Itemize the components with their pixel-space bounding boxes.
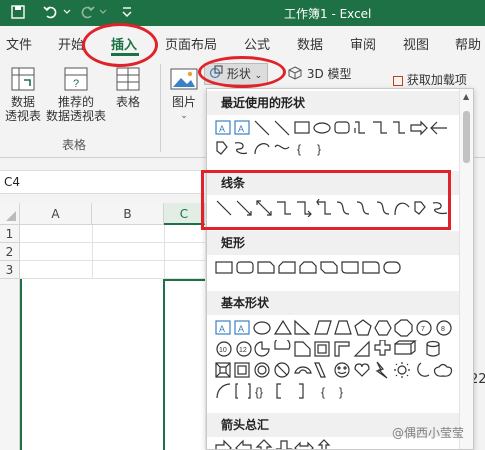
svg-text:A: A [219, 324, 225, 334]
3d-model-button[interactable]: 3D 模型 [287, 66, 357, 83]
3d-model-icon [287, 66, 303, 83]
svg-text:{: { [297, 142, 301, 156]
recommended-pivot-icon: ? [63, 66, 89, 92]
table-label: 表格 [115, 95, 140, 109]
3d-model-label: 3D 模型 [306, 67, 352, 81]
highlight-box-lines-section [201, 170, 451, 230]
tab-view[interactable]: 视图 [403, 34, 429, 53]
name-box[interactable]: C4 [0, 170, 205, 194]
basic-shapes-row-2[interactable]: 10 12 [215, 340, 459, 362]
title-bar: 工作簿1 - Excel [0, 0, 485, 26]
tab-file[interactable]: 文件 [6, 34, 32, 53]
recommended-pivot-button[interactable]: ? 推荐的 数据透视表 [44, 66, 108, 123]
save-icon[interactable] [10, 4, 26, 23]
section-basic-shapes: 基本形状 [207, 291, 459, 315]
basic-shapes-row-4[interactable]: {} { } [215, 382, 459, 404]
customize-qat-icon[interactable] [121, 5, 133, 22]
get-addins-button[interactable]: 获取加载项 [393, 73, 485, 87]
recommended-pivot-label: 推荐的 数据透视表 [45, 95, 106, 123]
svg-text:10: 10 [219, 347, 227, 354]
table-icon [115, 66, 141, 92]
svg-text:A: A [238, 124, 244, 134]
group-separator [160, 64, 161, 152]
svg-text:}: } [317, 142, 321, 156]
col-line-b [92, 225, 93, 279]
row-header-blank [0, 279, 20, 450]
row-header-3[interactable]: 3 [0, 261, 20, 279]
tab-formulas[interactable]: 公式 [244, 34, 270, 53]
get-addins-label: 获取加载项 [406, 73, 467, 87]
tab-review[interactable]: 审阅 [350, 34, 376, 53]
svg-text:}: } [339, 385, 343, 399]
pivot-table-button[interactable]: 数据 透视表 [2, 66, 44, 123]
undo-dropdown-icon[interactable] [63, 6, 71, 20]
redo-dropdown-icon[interactable] [99, 6, 107, 20]
row-header-1[interactable]: 1 [0, 225, 20, 243]
tab-home[interactable]: 开始 [58, 34, 84, 53]
highlight-oval-shapes-button [198, 56, 286, 88]
dropdown-scrollbar[interactable]: ▲ [459, 89, 473, 449]
tables-group-label: 表格 [61, 138, 86, 152]
basic-shapes-row-3[interactable] [215, 361, 459, 383]
shapes-dropdown: 最近使用的形状 A A { } 线条 矩形 基本形状 A A 7 8 10 12… [206, 88, 474, 450]
svg-text:12: 12 [239, 347, 247, 354]
row-header-2[interactable]: 2 [0, 243, 20, 261]
highlight-oval-insert-tab [82, 23, 158, 67]
undo-icon[interactable] [42, 3, 60, 24]
column-header-c[interactable]: C [164, 203, 205, 225]
table-button[interactable]: 表格 [110, 66, 146, 109]
select-all-corner[interactable] [0, 203, 20, 225]
pictures-label: 图片 [171, 95, 196, 109]
col-line-c [164, 225, 165, 279]
redo-icon[interactable] [78, 3, 96, 24]
svg-text:A: A [219, 124, 225, 134]
name-box-value: C4 [4, 175, 21, 189]
scroll-thumb[interactable] [463, 111, 470, 163]
column-header-b[interactable]: B [92, 203, 164, 225]
recent-shapes-row-2[interactable]: { } [215, 139, 459, 161]
cell-gridlines [20, 225, 205, 279]
pictures-button[interactable]: 图片 ⌄ [166, 66, 202, 123]
selection-outline-inner [163, 279, 205, 450]
watermark: @偶西小莹莹 [392, 426, 465, 440]
scroll-up-icon[interactable]: ▲ [463, 92, 469, 101]
pivot-table-icon [10, 66, 36, 92]
svg-text:{: { [321, 385, 325, 399]
tab-page-layout[interactable]: 页面布局 [165, 34, 217, 53]
tab-data[interactable]: 数据 [297, 34, 323, 53]
svg-text:8: 8 [441, 326, 445, 333]
recent-shapes-row-1[interactable]: A A [215, 119, 459, 141]
svg-text:{}: {} [255, 385, 263, 399]
svg-text:A: A [238, 324, 244, 334]
svg-text:7: 7 [421, 326, 425, 333]
tab-help[interactable]: 帮助 [455, 34, 481, 53]
pictures-chevron-icon: ⌄ [180, 111, 188, 121]
svg-text:?: ? [73, 78, 79, 90]
basic-shapes-row-1[interactable]: A A 7 8 [215, 319, 459, 341]
pictures-icon [169, 66, 199, 92]
worksheet-grid[interactable]: A B C 1 2 3 [0, 203, 205, 450]
section-rectangles: 矩形 [207, 231, 459, 255]
window-title: 工作簿1 - Excel [284, 7, 372, 21]
column-header-a[interactable]: A [20, 203, 92, 225]
ribbon-tabs: 文件 开始 插入 页面布局 公式 数据 审阅 视图 帮助 [0, 26, 485, 58]
section-recent-shapes: 最近使用的形状 [207, 91, 459, 115]
addins-icon [393, 75, 403, 86]
rectangles-row[interactable] [215, 259, 459, 281]
pivot-table-label: 数据 透视表 [4, 95, 41, 123]
